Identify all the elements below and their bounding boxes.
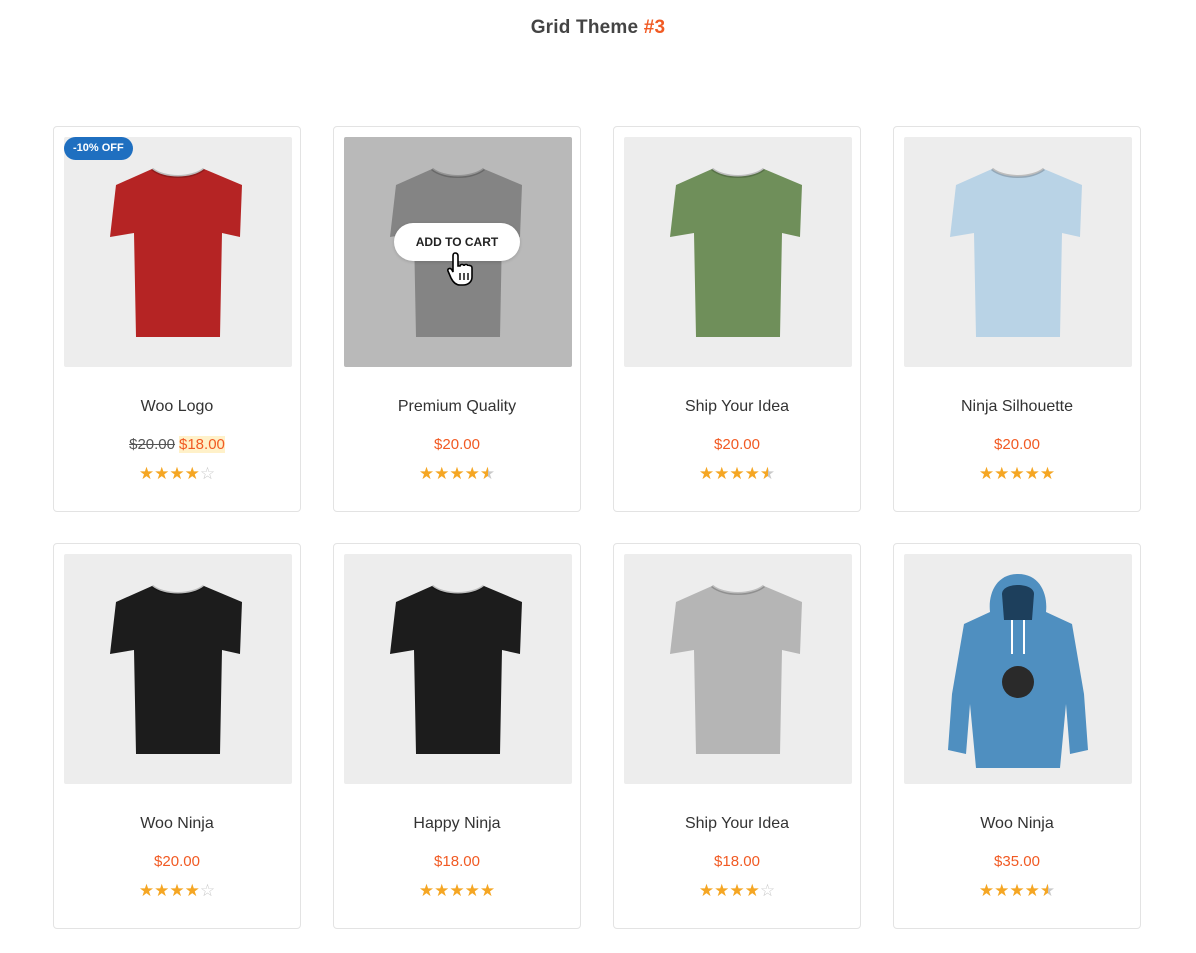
page-title: Grid Theme #3 (0, 17, 1196, 39)
rating-star: ☆ (199, 881, 216, 900)
star-rating: ★★★★★ (614, 465, 860, 482)
rating-star: ★ (994, 464, 1010, 483)
rating-star: ★ (1039, 464, 1056, 483)
rating-star: ★ (698, 881, 715, 900)
product-price: $18.00 (434, 853, 480, 870)
discount-badge: -10% OFF (64, 137, 133, 160)
product-price: $20.00 $18.00 (54, 436, 300, 453)
product-card[interactable]: Woo Ninja $35.00 ★★★★★ (893, 543, 1141, 929)
rating-star: ★ (154, 881, 170, 900)
star-rating: ★★★★★ (894, 465, 1140, 482)
rating-star: ★ (169, 464, 185, 483)
rating-star: ★ (479, 464, 496, 483)
product-image[interactable] (64, 554, 292, 784)
rating-star: ★ (714, 881, 730, 900)
rating-star: ★ (154, 464, 170, 483)
product-image[interactable] (624, 137, 852, 367)
rating-star: ☆ (199, 464, 216, 483)
product-name[interactable]: Ninja Silhouette (894, 398, 1140, 416)
product-image[interactable] (904, 137, 1132, 367)
rating-star: ★ (449, 881, 465, 900)
rating-star: ★ (1009, 881, 1025, 900)
page-title-accent: #3 (643, 17, 666, 38)
rating-star: ★ (434, 881, 450, 900)
product-card[interactable]: Ship Your Idea $18.00 ★★★★☆ (613, 543, 861, 929)
old-price: $20.00 (129, 436, 175, 453)
page-title-text: Grid Theme (530, 17, 639, 38)
product-name[interactable]: Ship Your Idea (614, 398, 860, 416)
product-price: $20.00 (994, 436, 1040, 453)
star-rating: ★★★★☆ (614, 882, 860, 899)
rating-star: ★ (138, 881, 155, 900)
star-rating: ★★★★★ (334, 882, 580, 899)
rating-star: ★ (1009, 464, 1025, 483)
rating-star: ★ (978, 881, 995, 900)
rating-star: ★ (479, 881, 496, 900)
rating-star: ★ (729, 464, 745, 483)
product-name[interactable]: Premium Quality (334, 398, 580, 416)
rating-star: ★ (744, 881, 760, 900)
product-card[interactable]: Ship Your Idea $20.00 ★★★★★ (613, 126, 861, 512)
rating-star: ★ (1024, 464, 1040, 483)
product-image[interactable] (64, 137, 292, 367)
rating-star: ★ (418, 881, 435, 900)
rating-star: ★ (184, 881, 200, 900)
rating-star: ★ (418, 464, 435, 483)
rating-star: ★ (434, 464, 450, 483)
product-image[interactable] (344, 554, 572, 784)
rating-star: ★ (978, 464, 995, 483)
rating-star: ★ (759, 464, 776, 483)
star-rating: ★★★★☆ (54, 465, 300, 482)
rating-star: ☆ (759, 881, 776, 900)
rating-star: ★ (714, 464, 730, 483)
rating-star: ★ (698, 464, 715, 483)
rating-star: ★ (994, 881, 1010, 900)
rating-star: ★ (449, 464, 465, 483)
sale-price: $18.00 (179, 436, 225, 453)
rating-star: ★ (1039, 881, 1056, 900)
rating-star: ★ (464, 881, 480, 900)
product-name[interactable]: Ship Your Idea (614, 815, 860, 833)
product-name[interactable]: Woo Ninja (894, 815, 1140, 833)
rating-star: ★ (169, 881, 185, 900)
product-name[interactable]: Woo Logo (54, 398, 300, 416)
product-card[interactable]: Happy Ninja $18.00 ★★★★★ (333, 543, 581, 929)
star-rating: ★★★★★ (894, 882, 1140, 899)
product-price: $20.00 (434, 436, 480, 453)
product-card[interactable]: ADD TO CART Premium Quality $20.00 ★★★★★ (333, 126, 581, 512)
rating-star: ★ (138, 464, 155, 483)
product-name[interactable]: Happy Ninja (334, 815, 580, 833)
rating-star: ★ (464, 464, 480, 483)
product-price: $35.00 (994, 853, 1040, 870)
rating-star: ★ (1024, 881, 1040, 900)
product-card[interactable]: Ninja Silhouette $20.00 ★★★★★ (893, 126, 1141, 512)
rating-star: ★ (184, 464, 200, 483)
product-card[interactable]: Woo Ninja $20.00 ★★★★☆ (53, 543, 301, 929)
product-name[interactable]: Woo Ninja (54, 815, 300, 833)
product-price: $18.00 (714, 853, 760, 870)
product-image[interactable] (624, 554, 852, 784)
product-image[interactable] (904, 554, 1132, 784)
star-rating: ★★★★☆ (54, 882, 300, 899)
product-price: $20.00 (714, 436, 760, 453)
hand-cursor-icon (447, 252, 473, 286)
star-rating: ★★★★★ (334, 465, 580, 482)
rating-star: ★ (729, 881, 745, 900)
rating-star: ★ (744, 464, 760, 483)
product-price: $20.00 (154, 853, 200, 870)
product-card[interactable]: -10% OFF Woo Logo $20.00 $18.00 ★★★★☆ (53, 126, 301, 512)
